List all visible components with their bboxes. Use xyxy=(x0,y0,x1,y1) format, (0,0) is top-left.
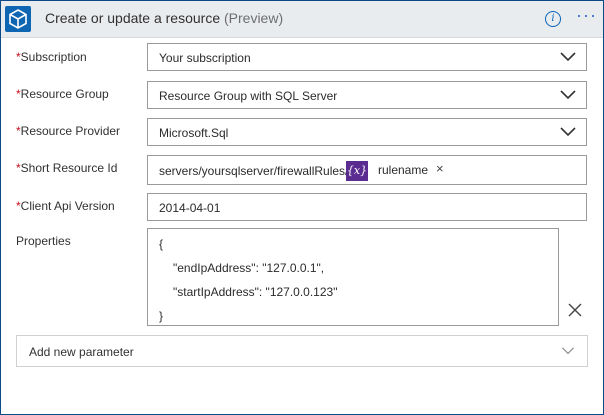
action-card: Create or update a resource (Preview) i … xyxy=(0,0,604,415)
properties-line: "endIpAddress": "127.0.0.1", xyxy=(173,261,325,275)
client-api-version-input[interactable]: 2014-04-01 xyxy=(147,193,587,221)
add-new-parameter-dropdown[interactable]: Add new parameter xyxy=(16,335,588,367)
card-title: Create or update a resource (Preview) xyxy=(45,10,283,26)
subscription-label: *Subscription xyxy=(16,50,87,64)
resource-group-label: *Resource Group xyxy=(16,87,109,101)
token-remove-icon[interactable]: × xyxy=(436,161,444,176)
resource-cube-icon xyxy=(5,6,31,32)
expression-token-icon[interactable]: {x} xyxy=(346,161,368,181)
chevron-down-icon xyxy=(560,52,576,62)
short-resource-id-label-text: Short Resource Id xyxy=(20,161,118,175)
subscription-label-text: Subscription xyxy=(20,50,87,64)
resource-group-value: Resource Group with SQL Server xyxy=(159,89,338,103)
resource-provider-dropdown[interactable]: Microsoft.Sql xyxy=(147,118,587,146)
client-api-version-label: *Client Api Version xyxy=(16,199,115,213)
properties-editor[interactable]: { "endIpAddress": "127.0.0.1", "startIpA… xyxy=(147,228,559,326)
properties-line: } xyxy=(159,309,164,323)
card-header[interactable]: Create or update a resource (Preview) i … xyxy=(1,1,603,38)
chevron-down-icon xyxy=(560,127,576,137)
resource-group-dropdown[interactable]: Resource Group with SQL Server xyxy=(147,81,587,109)
info-icon[interactable]: i xyxy=(545,11,561,27)
client-api-version-label-text: Client Api Version xyxy=(20,199,115,213)
short-resource-id-label: *Short Resource Id xyxy=(16,161,117,175)
card-title-text: Create or update a resource xyxy=(45,10,221,26)
more-options-icon[interactable]: ··· xyxy=(576,6,597,24)
chevron-down-icon xyxy=(562,347,574,355)
add-new-parameter-text: Add new parameter xyxy=(29,345,134,359)
properties-label: Properties xyxy=(16,234,71,248)
resource-provider-value: Microsoft.Sql xyxy=(159,126,229,140)
resource-provider-label: *Resource Provider xyxy=(16,124,120,138)
chevron-down-icon xyxy=(560,90,576,100)
subscription-dropdown[interactable]: Your subscription xyxy=(147,43,587,71)
properties-line: "startIpAddress": "127.0.0.123" xyxy=(173,285,338,299)
clear-properties-icon[interactable] xyxy=(568,303,582,317)
resource-provider-label-text: Resource Provider xyxy=(20,124,121,138)
resource-group-label-text: Resource Group xyxy=(20,87,109,101)
client-api-version-value: 2014-04-01 xyxy=(159,201,221,215)
short-resource-id-value: servers/yoursqlserver/firewallRules/ xyxy=(159,164,349,178)
subscription-value: Your subscription xyxy=(159,51,251,65)
short-resource-id-input[interactable]: servers/yoursqlserver/firewallRules/ {x}… xyxy=(147,155,587,185)
token-label: rulename xyxy=(378,163,429,177)
properties-line: { xyxy=(159,237,164,251)
preview-tag: (Preview) xyxy=(224,10,284,26)
